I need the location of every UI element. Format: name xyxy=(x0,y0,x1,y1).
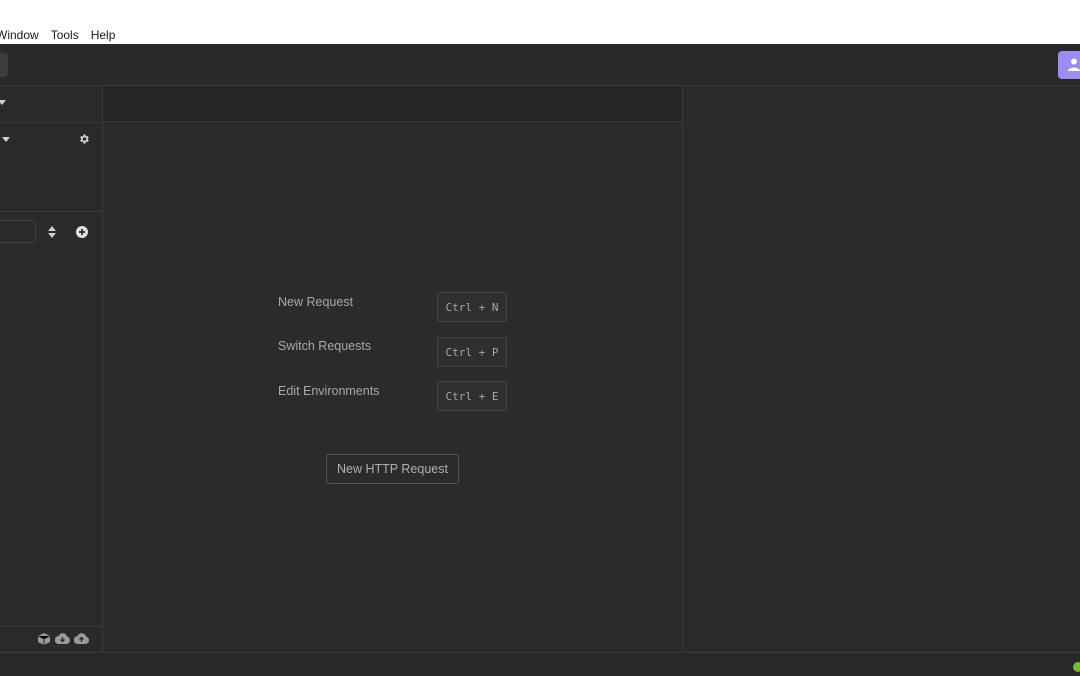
cloud-upload-icon[interactable] xyxy=(74,633,89,644)
environment-row xyxy=(0,123,102,212)
main-pane: New Request Ctrl + N Switch Requests Ctr… xyxy=(103,86,683,652)
shortcut-label-new-request: New Request xyxy=(278,295,354,309)
plus-circle-icon[interactable] xyxy=(76,226,88,238)
status-bar xyxy=(0,652,1080,676)
gear-icon[interactable] xyxy=(78,133,90,145)
sidebar-footer xyxy=(0,626,102,653)
shortcut-keys-new-request: Ctrl + N xyxy=(437,292,507,322)
status-indicator-dot xyxy=(1073,662,1080,672)
sort-icon[interactable] xyxy=(48,226,56,238)
response-pane xyxy=(683,86,1080,652)
shortcut-label-edit-environments: Edit Environments xyxy=(278,384,380,398)
account-button[interactable] xyxy=(1058,51,1080,79)
shortcut-keys-switch-requests: Ctrl + P xyxy=(437,337,507,367)
caret-down-icon[interactable] xyxy=(0,100,6,106)
top-toolbar xyxy=(0,44,1080,86)
user-icon xyxy=(1068,58,1080,71)
menu-bar: Window Tools Help xyxy=(0,26,127,44)
workspace-header[interactable] xyxy=(0,86,102,123)
new-http-request-button[interactable]: New HTTP Request xyxy=(326,454,459,484)
shortcut-keys-edit-environments: Ctrl + E xyxy=(437,381,507,411)
menu-help[interactable]: Help xyxy=(91,26,116,44)
title-bar: Window Tools Help xyxy=(0,0,1080,44)
box-icon[interactable] xyxy=(38,633,50,645)
caret-down-icon[interactable] xyxy=(2,137,10,143)
toolbar-left-button[interactable] xyxy=(0,53,8,77)
request-tab-bar xyxy=(103,86,682,122)
filter-input[interactable] xyxy=(0,220,36,243)
request-filter-row xyxy=(0,212,102,252)
menu-tools[interactable]: Tools xyxy=(51,26,79,44)
cloud-download-icon[interactable] xyxy=(55,633,70,644)
menu-window[interactable]: Window xyxy=(0,26,39,44)
shortcut-label-switch-requests: Switch Requests xyxy=(278,339,372,353)
sidebar xyxy=(0,86,103,652)
